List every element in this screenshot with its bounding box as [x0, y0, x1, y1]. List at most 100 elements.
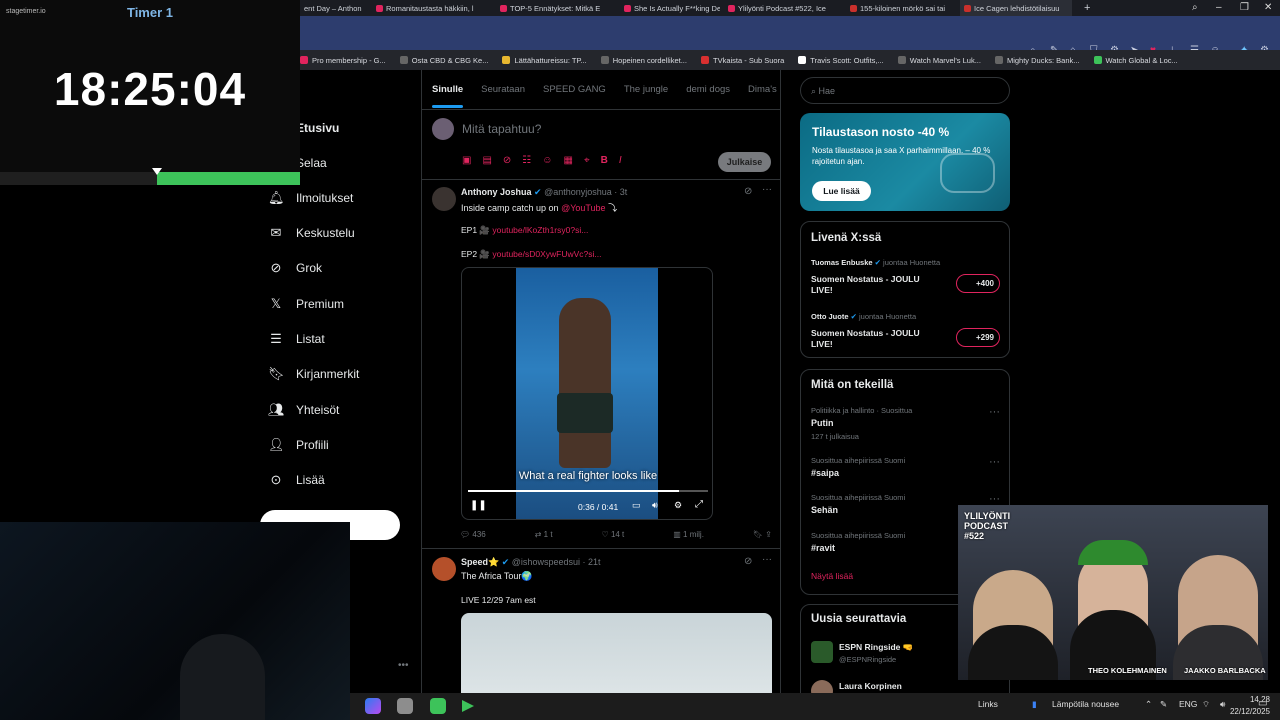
volume-icon[interactable]: 🔊︎ [652, 500, 658, 511]
bookmark-item[interactable]: Hopeinen cordelliket... [600, 56, 687, 65]
read-more-button[interactable]: Lue lisää [812, 181, 871, 201]
more-icon[interactable]: ··· [989, 456, 1000, 468]
play-app-icon[interactable] [462, 700, 474, 712]
live-item[interactable]: Otto Juote ✔ juontaa Huonetta [811, 312, 916, 321]
browser-app-icon[interactable] [365, 698, 381, 714]
more-icon[interactable]: ··· [989, 493, 1000, 505]
pen-icon[interactable]: ✎ [1160, 699, 1167, 710]
more-icon[interactable]: ••• [398, 660, 409, 671]
sidebar-item-notifications[interactable]: 🔔︎ Ilmoitukset [268, 190, 353, 206]
sidebar-item-profile[interactable]: 👤︎ Profiili [268, 437, 329, 453]
tab-dimas[interactable]: Dima's DI [748, 84, 780, 95]
tab-the-jungle[interactable]: The jungle [624, 84, 668, 95]
restore-icon[interactable]: ❐ [1240, 2, 1249, 13]
trend-name[interactable]: #ravit [811, 543, 835, 553]
captions-icon[interactable]: ▭ [632, 500, 641, 511]
live-item[interactable]: Tuomas Enbuske ✔ juontaa Huonetta [811, 258, 940, 267]
close-icon[interactable]: ✕ [1264, 2, 1272, 13]
bookmark-item[interactable]: Mighty Ducks: Bank... [994, 56, 1080, 65]
post-image[interactable] [461, 613, 772, 693]
bookmark-item[interactable]: Travis Scott: Outfits,... [798, 56, 884, 65]
links-button[interactable]: Links [978, 699, 998, 709]
video-progress-bar[interactable] [468, 490, 708, 492]
trend-name[interactable]: Putin [811, 418, 834, 428]
pause-icon[interactable]: ❚❚ [470, 500, 487, 511]
sidebar-item-communities[interactable]: 👥︎ Yhteisöt [268, 402, 339, 418]
browser-tab[interactable]: ent Day – Anthon [300, 0, 368, 16]
language-indicator[interactable]: ENG [1179, 699, 1197, 709]
poll-icon[interactable]: ☷ [522, 155, 531, 166]
settings-icon[interactable]: ⚙ [674, 500, 682, 511]
bookmark-item[interactable]: Lättähattureissu: TP... [502, 56, 587, 65]
sidebar-item-lists[interactable]: ☰ Listat [268, 331, 325, 347]
bookmark-item[interactable]: Pro membership - G... [300, 56, 386, 65]
like-button[interactable]: ♡ 14 t [602, 530, 625, 539]
more-icon[interactable]: ··· [762, 554, 772, 565]
browser-tab[interactable]: Ylilyönti Podcast #522, Ice [724, 0, 834, 16]
gif-icon[interactable]: ▤ [482, 155, 491, 166]
app-icon[interactable] [397, 698, 413, 714]
weather-text[interactable]: Lämpötila nousee [1052, 699, 1119, 709]
sidebar-item-more[interactable]: ⊙ Lisää [268, 472, 325, 488]
search-input[interactable]: ⌕ Hae [800, 77, 1010, 104]
grok-icon[interactable]: ⊘ [744, 186, 752, 197]
repost-button[interactable]: ⇄ 1 t [535, 530, 553, 539]
bookmark-item[interactable]: Osta CBD & CBG Ke... [399, 56, 488, 65]
chevron-up-icon[interactable]: ⌃ [1145, 699, 1152, 710]
bookmark-item[interactable]: TVkaista - Sub Suora [700, 56, 784, 65]
tab-speed-gang[interactable]: SPEED GANG [543, 84, 606, 95]
bookmark-item[interactable]: Watch Marvel's Luk... [897, 56, 981, 65]
minimize-icon[interactable]: – [1216, 2, 1222, 13]
trend-name[interactable]: #saipa [811, 468, 839, 478]
trend-name[interactable]: Sehän [811, 505, 838, 515]
notification-icon[interactable]: ▭ [1258, 698, 1267, 709]
sidebar-item-premium[interactable]: 𝕏 Premium [268, 296, 344, 312]
mention-link[interactable]: @YouTube [561, 203, 606, 213]
sidebar-item-grok[interactable]: ⊘ Grok [268, 260, 322, 276]
ep1-link[interactable]: youtube/lKoZth1rsy0?si... [492, 225, 588, 235]
browser-tab[interactable]: TOP-5 Ennätykset: Mitkä E [496, 0, 616, 16]
search-icon[interactable]: ⌕ [1192, 2, 1198, 13]
ep2-link[interactable]: youtube/sD0XywFUwVc?si... [492, 249, 601, 259]
post[interactable]: Anthony Joshua ✔ @anthonyjoshua · 3t ⊘ ·… [422, 181, 780, 549]
schedule-icon[interactable]: ▦ [563, 155, 572, 166]
video-player[interactable]: What a real fighter looks like ❚❚ 0:36 /… [461, 267, 713, 520]
listener-count[interactable]: +299 [956, 328, 1000, 347]
live-item-title[interactable]: Suomen Nostatus - JOULU LIVE! [811, 274, 941, 296]
reply-button[interactable]: 💬︎ 436 [460, 530, 486, 539]
listener-count[interactable]: +400 [956, 274, 1000, 293]
browser-tab[interactable]: Romanitaustasta häkkiin, l [372, 0, 492, 16]
bookmark-item[interactable]: Watch Global & Loc... [1093, 56, 1178, 65]
more-icon[interactable]: ··· [989, 406, 1000, 418]
browser-tab[interactable]: She Is Actually F**king De [620, 0, 720, 16]
follow-name[interactable]: ESPN Ringside 🤜 [839, 642, 913, 653]
follow-name[interactable]: Laura Korpinen [839, 681, 902, 691]
live-item-title[interactable]: Suomen Nostatus - JOULU LIVE! [811, 328, 941, 350]
new-tab-button[interactable]: + [1080, 0, 1094, 16]
tab-following[interactable]: Seurataan [481, 84, 525, 95]
post-submit-button[interactable]: Julkaise [718, 152, 771, 172]
tab-for-you[interactable]: Sinulle [432, 84, 464, 108]
show-more-link[interactable]: Näytä lisää [811, 571, 853, 581]
location-icon[interactable]: ⌖ [584, 155, 590, 166]
grok-icon[interactable]: ⊘ [503, 155, 511, 166]
author-name[interactable]: Speed⭐ [461, 557, 499, 567]
browser-tab[interactable]: 155-kiloinen mörkö sai tai [846, 0, 956, 16]
more-icon[interactable]: ··· [762, 184, 772, 195]
bookmark-icon[interactable]: 🔖︎ ⇪ [753, 530, 772, 539]
browser-tab-active[interactable]: Ice Cagen lehdistötilaisuu [960, 0, 1072, 16]
sidebar-item-bookmarks[interactable]: 🔖︎ Kirjanmerkit [268, 366, 359, 382]
views-button[interactable]: ▥ 1 milj. [673, 530, 704, 539]
grok-icon[interactable]: ⊘ [744, 556, 752, 567]
discord-icon[interactable] [430, 698, 446, 714]
italic-icon[interactable]: I [619, 155, 622, 166]
bold-icon[interactable]: B [601, 155, 608, 166]
sidebar-item-messages[interactable]: ✉ Keskustelu [268, 225, 355, 241]
emoji-icon[interactable]: ☺ [542, 155, 552, 166]
image-icon[interactable]: ▣ [462, 155, 471, 166]
post[interactable]: Speed⭐ ✔ @ishowspeedsui · 21t ⊘ ··· The … [422, 550, 780, 693]
author-name[interactable]: Anthony Joshua [461, 187, 532, 197]
tab-demi-dogs[interactable]: demi dogs [686, 84, 730, 95]
fullscreen-icon[interactable]: ⤢ [695, 499, 703, 510]
compose-input[interactable]: Mitä tapahtuu? [462, 122, 541, 136]
